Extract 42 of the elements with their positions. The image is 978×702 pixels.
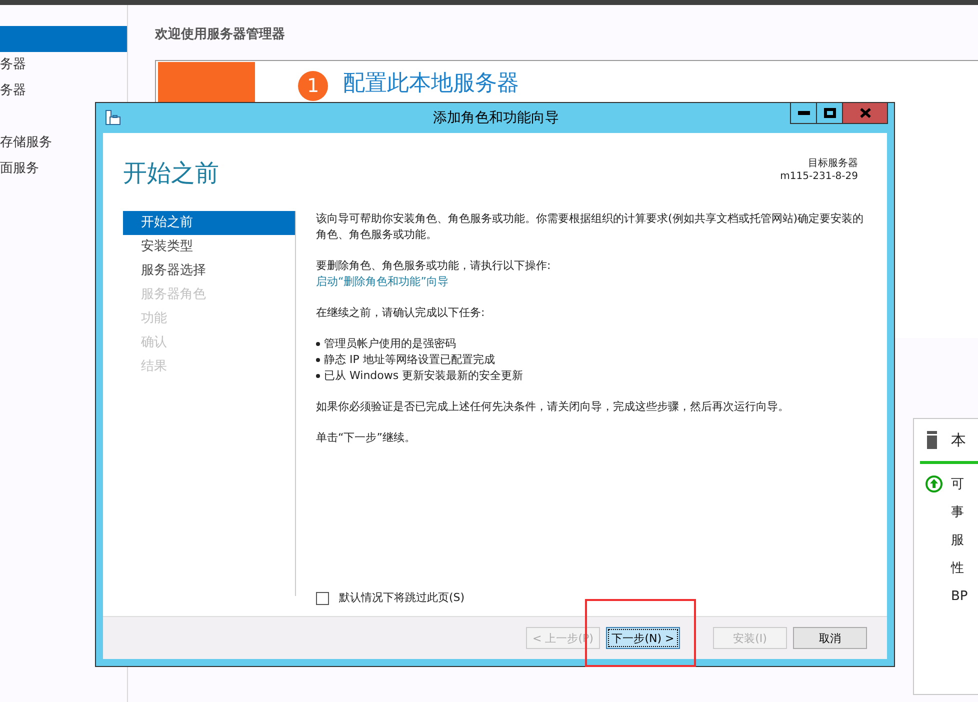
bullet-item: 静态 IP 地址等网络设置已配置完成 [324,352,495,368]
server-icon [927,431,937,449]
wizard-step[interactable]: 服务器选择 [123,259,295,283]
wizard-step[interactable]: 开始之前 [123,211,295,235]
tile-row-label[interactable]: 事 [951,503,964,521]
wizard-step[interactable]: 安装类型 [123,235,295,259]
tile-title: 本 [951,430,966,450]
window-title: 添加角色和功能向导 [432,109,560,127]
maximize-icon [824,108,836,118]
minimize-button[interactable] [790,103,817,124]
status-up-icon [925,475,943,493]
tile-row-label[interactable]: 服 [951,531,964,549]
close-button[interactable] [842,103,888,124]
target-server-name: m115-231-8-29 [780,170,858,183]
quick-start-link[interactable]: 配置此本地服务器 [343,70,519,98]
paragraph: 在继续之前，请确认完成以下任务: [316,305,486,321]
paragraph: 如果你必须验证是否已完成上述任何先决条件，请关闭向导，完成这些步骤，然后再次运行向导。 [316,399,790,415]
bullet-item: 管理员帐户使用的是强密码 [324,336,456,352]
dialog-button[interactable]: 下一步(N) > [606,627,680,649]
close-icon [860,108,870,118]
bullet-icon [316,342,320,346]
bullet-item: 已从 Windows 更新安装最新的安全更新 [324,368,524,384]
tile-row-label[interactable]: 性 [951,559,964,577]
checkbox-label[interactable]: 默认情况下将跳过此页(S) [339,590,465,606]
minimize-icon [798,111,810,115]
wizard-page-title: 开始之前 [123,158,219,189]
bullet-icon [316,358,320,362]
bullet-icon [316,374,320,378]
paragraph: 单击“下一步”继续。 [316,430,416,446]
tile-row-label[interactable]: 可 [951,475,964,493]
paragraph: 要删除角色、角色服务或功能，请执行以下操作: [316,258,552,274]
server-roles-icon [105,110,121,126]
tile-row-label[interactable]: BP [951,588,968,604]
dialog-button[interactable]: 取消 [793,627,867,649]
sidebar-item[interactable]: 务器 [0,78,127,104]
step-badge: 1 [298,71,328,101]
page-heading: 欢迎使用服务器管理器 [155,26,286,44]
sidebar-item[interactable]: 务器 [0,52,127,78]
target-server-label: 目标服务器 [807,157,858,170]
paragraph: 该向导可帮助你安装角色、角色服务或功能。你需要根据组织的计算要求(例如共享文档或托管网站)确定要安装的角色、角色服务或功能。 [316,211,865,243]
checkbox[interactable] [316,592,329,604]
remove-roles-link[interactable]: 启动“删除角色和功能”向导 [316,274,865,290]
